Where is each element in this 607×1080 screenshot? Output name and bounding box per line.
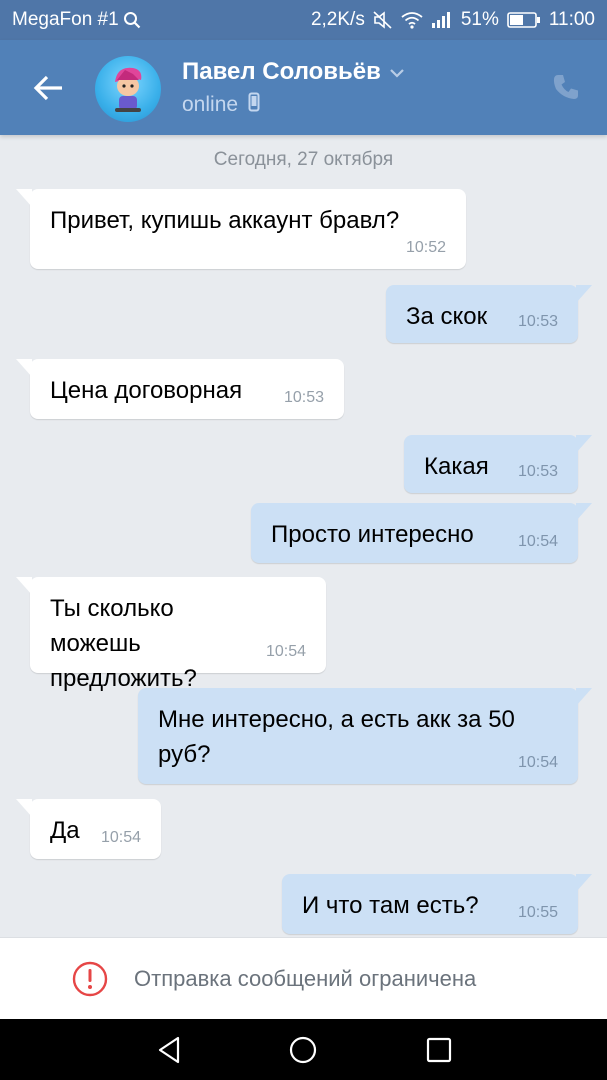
avatar[interactable] <box>95 56 161 122</box>
message-text: Ты сколько можешь предложить? <box>50 595 197 692</box>
message-incoming[interactable]: Цена договорная 10:53 <box>30 359 344 419</box>
message-incoming[interactable]: Ты сколько можешь предложить? 10:54 <box>30 577 326 692</box>
chevron-down-icon <box>389 58 405 86</box>
wifi-icon <box>401 11 423 29</box>
message-text: Мне интересно, а есть акк за 50 руб? <box>158 706 515 768</box>
nav-back-icon[interactable] <box>154 1035 184 1065</box>
chat-header: Павел Соловьёв online <box>0 40 607 135</box>
message-outgoing[interactable]: Какая 10:53 <box>404 435 592 493</box>
warning-icon <box>72 961 108 997</box>
date-separator: Сегодня, 27 октября <box>213 149 394 170</box>
status-bar: MegaFon #1 2,2K/s 51% 11:00 <box>0 0 607 40</box>
message-outgoing[interactable]: Просто интересно 10:54 <box>251 503 592 563</box>
back-arrow-icon[interactable] <box>28 68 68 108</box>
restricted-message-text: Отправка сообщений ограничена <box>134 966 477 991</box>
message-time: 10:52 <box>405 239 446 256</box>
message-time: 10:53 <box>283 389 324 406</box>
message-time: 10:53 <box>517 313 558 330</box>
clock: 11:00 <box>548 9 595 30</box>
message-text: Привет, купишь аккаунт бравл? <box>50 207 400 234</box>
message-outgoing[interactable]: Мне интересно, а есть акк за 50 руб? 10:… <box>138 688 592 784</box>
system-nav-bar <box>0 1019 607 1080</box>
contact-status: online <box>182 92 260 118</box>
battery-icon <box>507 11 541 29</box>
nav-home-icon[interactable] <box>288 1035 318 1065</box>
message-time: 10:54 <box>517 754 558 771</box>
message-outgoing[interactable]: За скок 10:53 <box>386 285 592 343</box>
message-time: 10:54 <box>100 829 141 846</box>
carrier-name: MegaFon #1 <box>12 9 119 30</box>
message-text: Просто интересно <box>271 521 474 548</box>
battery-level: 51% <box>460 9 499 30</box>
mute-icon <box>373 11 393 29</box>
message-time: 10:55 <box>517 904 558 921</box>
message-time: 10:54 <box>517 533 558 550</box>
online-status-text: online <box>182 93 239 116</box>
network-speed: 2,2K/s <box>310 9 365 30</box>
message-time: 10:53 <box>517 463 558 480</box>
signal-icon <box>431 11 453 29</box>
message-incoming[interactable]: Привет, купишь аккаунт бравл? 10:52 <box>30 189 466 269</box>
message-incoming[interactable]: Да 10:54 <box>30 799 161 859</box>
message-outgoing[interactable]: И что там есть? 10:55 <box>282 874 592 934</box>
search-icon <box>123 11 141 29</box>
message-text: Цена договорная <box>50 377 243 404</box>
phone-call-icon[interactable] <box>551 72 581 102</box>
nav-recents-icon[interactable] <box>424 1035 454 1065</box>
mobile-phone-icon <box>248 92 260 118</box>
message-time: 10:54 <box>265 643 306 660</box>
contact-name-text: Павел Соловьёв <box>182 58 381 85</box>
message-list[interactable]: Сегодня, 27 октября Привет, купишь аккау… <box>0 135 607 937</box>
messaging-restricted-bar: Отправка сообщений ограничена <box>0 937 607 1020</box>
contact-name[interactable]: Павел Соловьёв <box>182 58 405 86</box>
